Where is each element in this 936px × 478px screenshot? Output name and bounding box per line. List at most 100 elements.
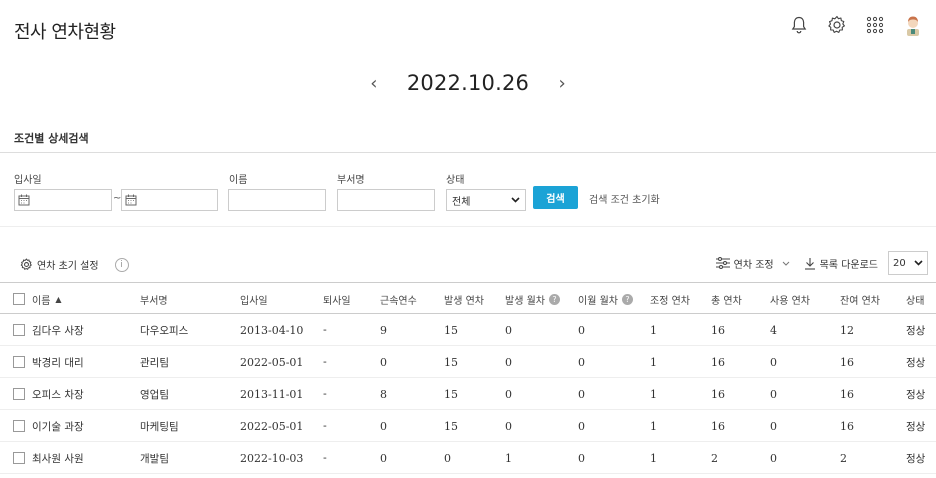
select-all-checkbox[interactable] (13, 283, 25, 315)
row-leave-date: - (323, 420, 327, 432)
help-icon[interactable]: ? (548, 293, 560, 305)
leave-table: 이름 ▲ 부서명 입사일 퇴사일 근속연수 발생 연차 발생 월차 ? 이월 월… (0, 282, 936, 474)
row-generated-monthly: 1 (505, 451, 512, 465)
page-size-value: 20 (893, 257, 906, 269)
table-row[interactable]: 김다우 사장 다우오피스 2013-04-10 - 9 15 0 0 1 16 4 12 정상 (0, 314, 936, 346)
col-hire-date[interactable]: 입사일 (240, 283, 268, 315)
col-status[interactable]: 상태 (906, 283, 924, 315)
status-select[interactable]: 전체 (446, 189, 526, 211)
chevron-down-icon (782, 261, 789, 266)
row-generated: 0 (444, 451, 451, 465)
row-generated: 15 (444, 387, 458, 401)
table-body: 김다우 사장 다우오피스 2013-04-10-9 15 0 0 1 16 4 12 정상 박경리 대… (0, 314, 936, 474)
row-generated-monthly: 0 (505, 355, 512, 369)
next-date-button[interactable]: › (555, 73, 569, 94)
row-carried-monthly: 0 (578, 451, 585, 465)
row-checkbox[interactable] (13, 410, 25, 442)
row-hire-date: 2022-05-01 (240, 355, 304, 369)
row-remaining: 12 (840, 323, 854, 337)
col-carried-monthly[interactable]: 이월 월차 ? (578, 283, 633, 315)
row-used: 0 (770, 387, 777, 401)
info-icon[interactable]: i (114, 257, 129, 272)
row-dept: 다우오피스 (140, 324, 189, 337)
row-carried-monthly: 0 (578, 323, 585, 337)
col-total[interactable]: 총 연차 (711, 283, 742, 315)
chevron-down-icon (914, 260, 923, 266)
row-adjusted: 1 (650, 355, 657, 369)
row-generated-monthly: 0 (505, 387, 512, 401)
divider (0, 226, 936, 227)
row-years: 8 (380, 387, 387, 401)
dept-label: 부서명 (337, 175, 365, 186)
prev-date-button[interactable]: ‹ (367, 73, 381, 94)
row-remaining: 16 (840, 387, 854, 401)
download-list-label: 목록 다운로드 (819, 259, 878, 271)
status-select-value: 전체 (452, 196, 471, 208)
gear-icon[interactable] (826, 14, 848, 36)
avatar[interactable] (902, 14, 924, 36)
bell-icon[interactable] (788, 14, 810, 36)
row-remaining: 16 (840, 419, 854, 433)
row-dept: 영업팀 (140, 388, 169, 401)
col-generated[interactable]: 발생 연차 (444, 283, 484, 315)
row-carried-monthly: 0 (578, 419, 585, 433)
col-used[interactable]: 사용 연차 (770, 283, 810, 315)
row-name[interactable]: 김다우 사장 (32, 314, 84, 346)
row-checkbox[interactable] (13, 442, 25, 474)
apps-grid-icon[interactable] (864, 14, 886, 36)
row-total: 16 (711, 387, 725, 401)
download-list-button[interactable]: 목록 다운로드 (804, 256, 878, 271)
dept-input[interactable] (337, 189, 435, 211)
page-size-select[interactable]: 20 (888, 251, 928, 275)
name-input[interactable] (228, 189, 326, 211)
row-used: 0 (770, 355, 777, 369)
chevron-down-icon (511, 197, 520, 203)
row-hire-date: 2013-11-01 (240, 387, 304, 401)
name-label: 이름 (229, 175, 248, 186)
row-checkbox[interactable] (13, 314, 25, 346)
col-generated-monthly[interactable]: 발생 월차 ? (505, 283, 560, 315)
col-years[interactable]: 근속연수 (380, 283, 417, 315)
adjust-leave-label: 연차 조정 (733, 259, 774, 271)
col-name[interactable]: 이름 ▲ (32, 283, 62, 315)
row-name[interactable]: 최사원 사원 (32, 442, 84, 474)
row-status: 정상 (906, 420, 926, 433)
row-adjusted: 1 (650, 387, 657, 401)
help-icon[interactable]: ? (621, 293, 633, 305)
toolbar-left: 연차 초기 설정 i (20, 257, 129, 272)
col-leave-date[interactable]: 퇴사일 (323, 283, 351, 315)
row-used: 4 (770, 323, 777, 337)
row-name[interactable]: 박경리 대리 (32, 346, 84, 378)
table-row[interactable]: 최사원 사원 개발팀 2022-10-03 - 0 0 1 0 1 2 0 2 정상 (0, 442, 936, 474)
col-dept[interactable]: 부서명 (140, 283, 168, 315)
row-checkbox[interactable] (13, 346, 25, 378)
init-settings-button[interactable]: 연차 초기 설정 (20, 257, 99, 272)
download-icon (804, 257, 815, 270)
divider (0, 152, 936, 153)
gear-icon (20, 258, 32, 270)
row-name[interactable]: 이기술 과장 (32, 410, 84, 442)
table-row[interactable]: 이기술 과장 마케팅팀 2022-05-01 - 0 15 0 0 1 16 0 16 정상 (0, 410, 936, 442)
row-status: 정상 (906, 388, 926, 401)
row-hire-date: 2022-05-01 (240, 419, 304, 433)
col-remaining[interactable]: 잔여 연차 (840, 283, 880, 315)
row-generated: 15 (444, 323, 458, 337)
row-status: 정상 (906, 356, 926, 369)
table-row[interactable]: 박경리 대리 관리팀 2022-05-01 - 0 15 0 0 1 16 0 16 정상 (0, 346, 936, 378)
row-carried-monthly: 0 (578, 355, 585, 369)
row-total: 16 (711, 419, 725, 433)
row-total: 16 (711, 323, 725, 337)
row-checkbox[interactable] (13, 378, 25, 410)
table-row[interactable]: 오피스 차장 영업팀 2013-11-01 - 8 15 0 0 1 16 0 16 정상 (0, 378, 936, 410)
row-dept: 관리팀 (140, 356, 169, 369)
row-name[interactable]: 오피스 차장 (32, 378, 84, 410)
hire-date-end-input[interactable] (121, 189, 218, 211)
row-hire-date: 2013-04-10 (240, 323, 304, 337)
adjust-leave-button[interactable]: 연차 조정 (715, 256, 790, 271)
col-adjusted[interactable]: 조정 연차 (650, 283, 690, 315)
row-years: 0 (380, 355, 387, 369)
row-generated: 15 (444, 419, 458, 433)
reset-search-link[interactable]: 검색 조건 초기화 (589, 191, 660, 206)
search-button[interactable]: 검색 (533, 186, 578, 209)
hire-date-start-input[interactable] (14, 189, 112, 211)
